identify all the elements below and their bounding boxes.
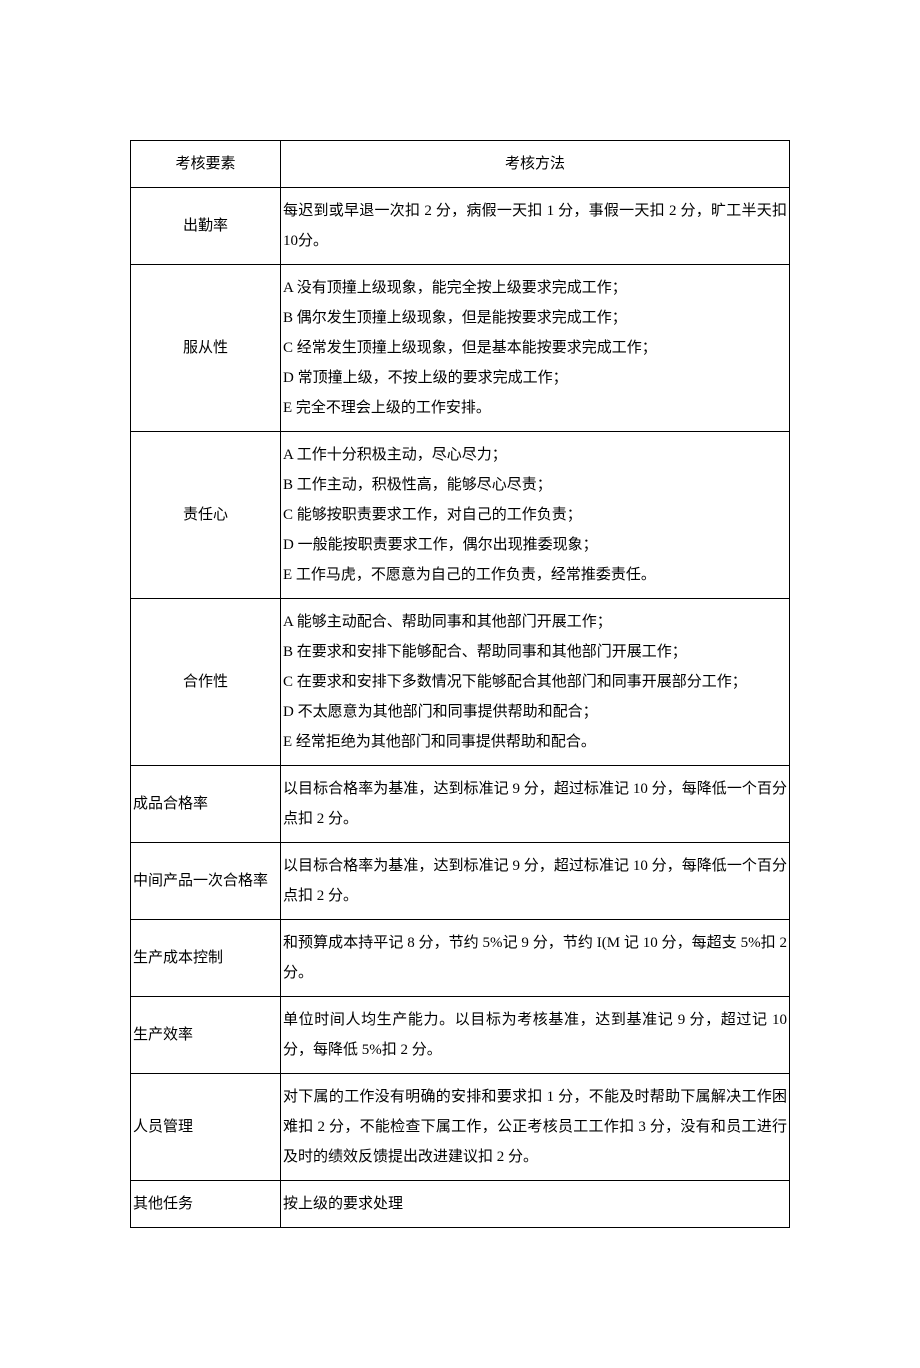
table-row: 成品合格率以目标合格率为基准，达到标准记 9 分，超过标准记 10 分，每降低一…	[131, 766, 790, 843]
cell-element: 其他任务	[131, 1181, 281, 1228]
table-row: 生产成本控制和预算成本持平记 8 分，节约 5%记 9 分，节约 I(M 记 1…	[131, 920, 790, 997]
cell-method: 每迟到或早退一次扣 2 分，病假一天扣 1 分，事假一天扣 2 分，旷工半天扣 …	[281, 188, 790, 265]
cell-element: 服从性	[131, 265, 281, 432]
cell-method: 和预算成本持平记 8 分，节约 5%记 9 分，节约 I(M 记 10 分，每超…	[281, 920, 790, 997]
table-row: 出勤率每迟到或早退一次扣 2 分，病假一天扣 1 分，事假一天扣 2 分，旷工半…	[131, 188, 790, 265]
header-element: 考核要素	[131, 141, 281, 188]
cell-element: 责任心	[131, 432, 281, 599]
cell-element: 出勤率	[131, 188, 281, 265]
cell-element: 中间产品一次合格率	[131, 843, 281, 920]
cell-element: 合作性	[131, 599, 281, 766]
table-row: 生产效率单位时间人均生产能力。以目标为考核基准，达到基准记 9 分，超过记 10…	[131, 997, 790, 1074]
cell-element: 成品合格率	[131, 766, 281, 843]
cell-method: A 能够主动配合、帮助同事和其他部门开展工作；B 在要求和安排下能够配合、帮助同…	[281, 599, 790, 766]
cell-element: 人员管理	[131, 1074, 281, 1181]
table-row: 人员管理对下属的工作没有明确的安排和要求扣 1 分，不能及时帮助下属解决工作困难…	[131, 1074, 790, 1181]
cell-method: 单位时间人均生产能力。以目标为考核基准，达到基准记 9 分，超过记 10 分，每…	[281, 997, 790, 1074]
cell-element: 生产成本控制	[131, 920, 281, 997]
cell-method: 以目标合格率为基准，达到标准记 9 分，超过标准记 10 分，每降低一个百分点扣…	[281, 766, 790, 843]
header-method: 考核方法	[281, 141, 790, 188]
assessment-table: 考核要素 考核方法 出勤率每迟到或早退一次扣 2 分，病假一天扣 1 分，事假一…	[130, 140, 790, 1228]
cell-method: 以目标合格率为基准，达到标准记 9 分，超过标准记 10 分，每降低一个百分点扣…	[281, 843, 790, 920]
cell-method: A 工作十分积极主动，尽心尽力；B 工作主动，积极性高，能够尽心尽责；C 能够按…	[281, 432, 790, 599]
table-row: 合作性A 能够主动配合、帮助同事和其他部门开展工作；B 在要求和安排下能够配合、…	[131, 599, 790, 766]
cell-element: 生产效率	[131, 997, 281, 1074]
table-row: 其他任务按上级的要求处理	[131, 1181, 790, 1228]
table-row: 服从性A 没有顶撞上级现象，能完全按上级要求完成工作；B 偶尔发生顶撞上级现象，…	[131, 265, 790, 432]
table-body: 出勤率每迟到或早退一次扣 2 分，病假一天扣 1 分，事假一天扣 2 分，旷工半…	[131, 188, 790, 1228]
table-row: 中间产品一次合格率以目标合格率为基准，达到标准记 9 分，超过标准记 10 分，…	[131, 843, 790, 920]
table-header-row: 考核要素 考核方法	[131, 141, 790, 188]
cell-method: 对下属的工作没有明确的安排和要求扣 1 分，不能及时帮助下属解决工作困难扣 2 …	[281, 1074, 790, 1181]
table-row: 责任心A 工作十分积极主动，尽心尽力；B 工作主动，积极性高，能够尽心尽责；C …	[131, 432, 790, 599]
cell-method: 按上级的要求处理	[281, 1181, 790, 1228]
cell-method: A 没有顶撞上级现象，能完全按上级要求完成工作；B 偶尔发生顶撞上级现象，但是能…	[281, 265, 790, 432]
